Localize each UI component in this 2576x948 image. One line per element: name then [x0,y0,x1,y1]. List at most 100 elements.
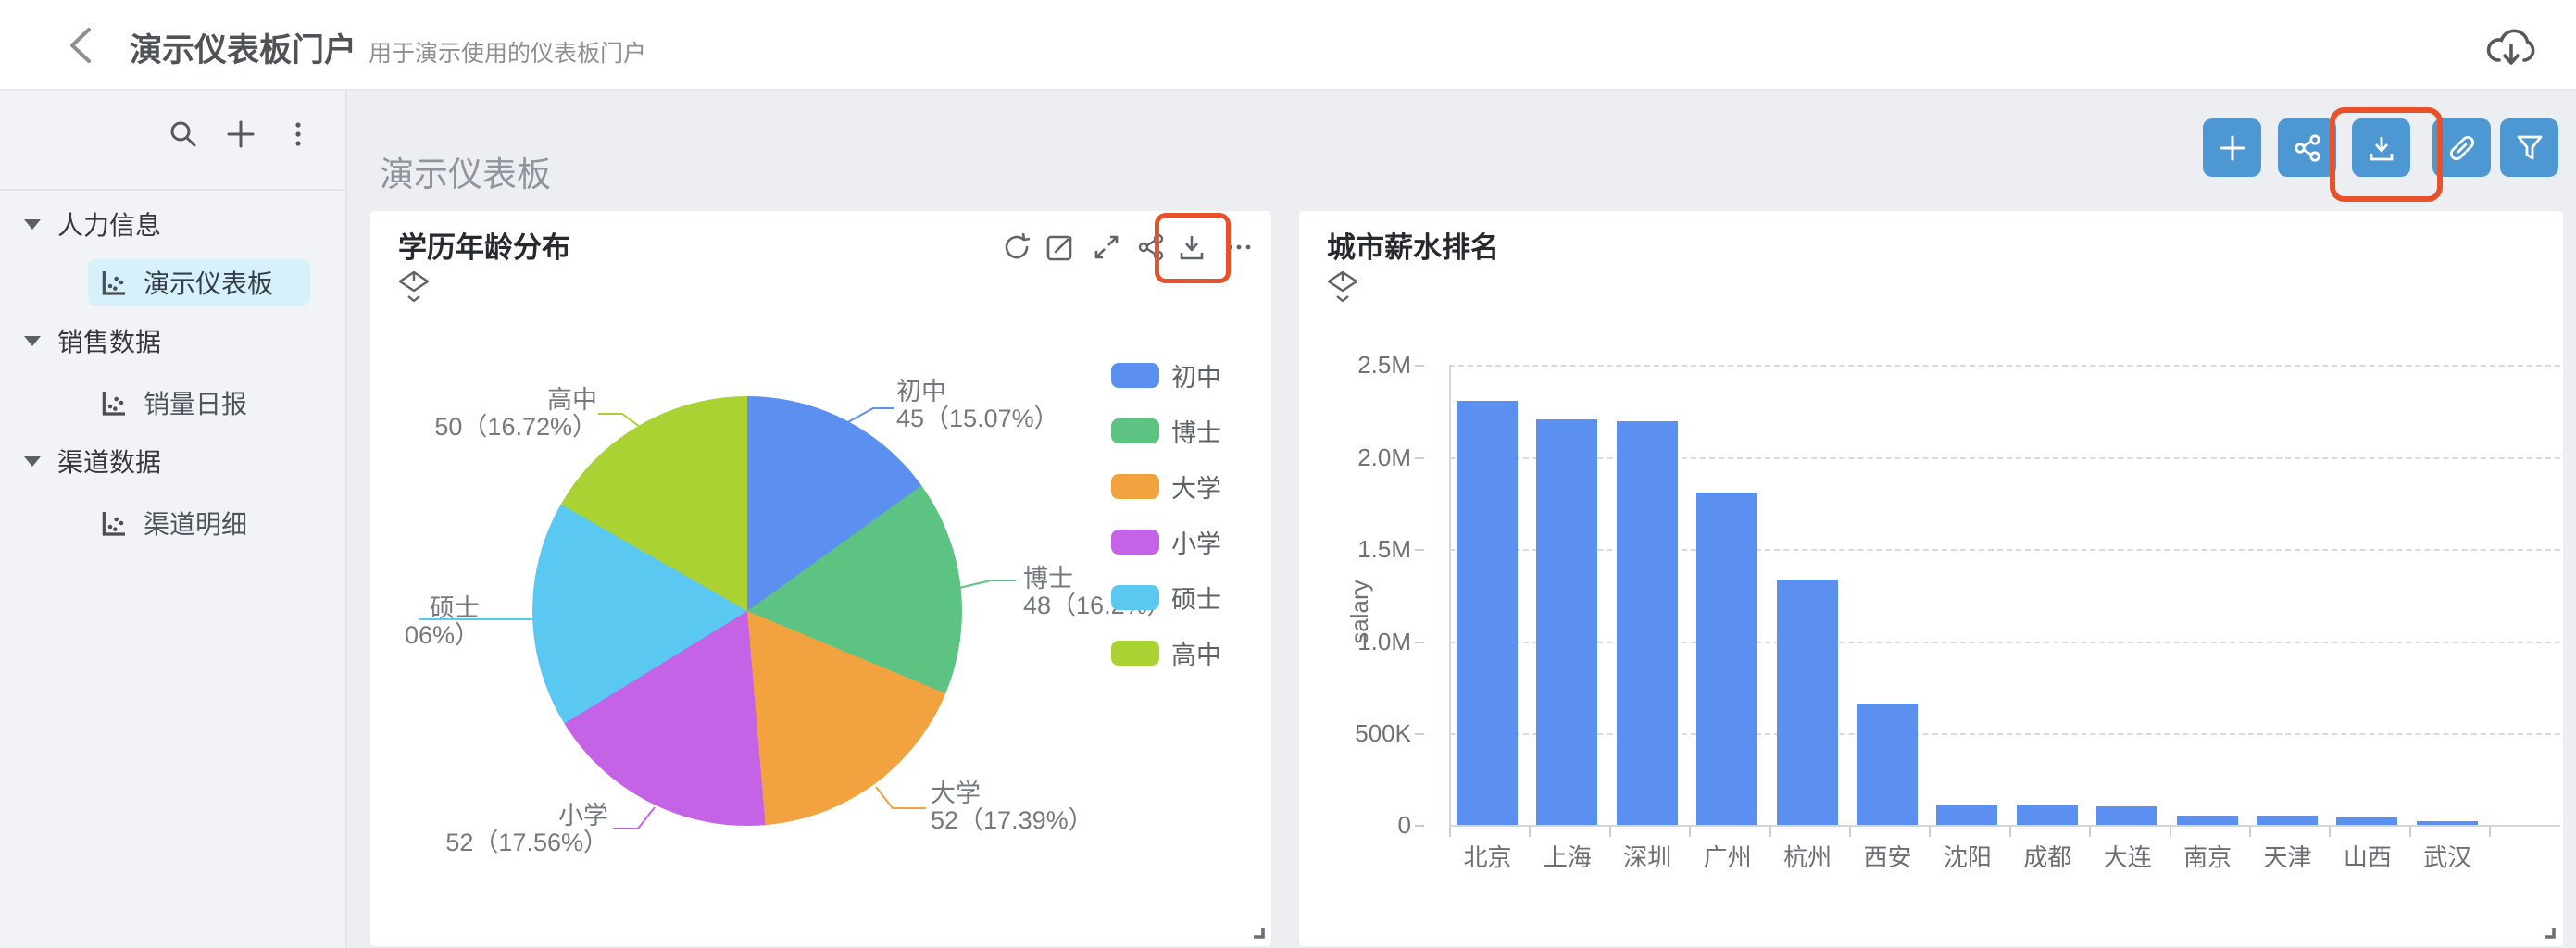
bar-成都[interactable] [2017,805,2078,825]
more-vertical-icon[interactable] [282,118,314,150]
cloud-download-icon[interactable] [2483,22,2539,70]
legend-item[interactable]: 高中 [1111,635,1221,671]
resize-handle-icon[interactable] [1248,922,1269,942]
x-tick-mark [1609,827,1611,837]
legend-item[interactable]: 小学 [1111,524,1221,560]
bar-南京[interactable] [2177,816,2238,825]
chart-icon [99,508,129,538]
portal-subtitle: 用于演示使用的仪表板门户 [369,35,646,69]
y-tick-label: 2.5M [1357,351,1411,379]
x-tick-label: 成都 [2007,839,2088,873]
x-tick-label: 沈阳 [1927,839,2007,873]
y-tick-mark [1415,733,1424,735]
x-axis-line [1449,825,2560,827]
pie-label-junior: 初中45（15.07%） [896,379,1059,432]
search-icon[interactable] [168,118,199,150]
dashboard-link-button[interactable] [2432,118,2491,177]
legend-swatch [1111,641,1159,666]
item-label: 渠道明细 [144,505,247,542]
x-tick-mark [1849,827,1851,837]
sidebar-group-channel[interactable]: 渠道数据 [0,440,347,482]
drill-icon[interactable] [1325,269,1360,306]
x-tick-label: 武汉 [2407,839,2488,873]
dashboard-download-button[interactable] [2352,118,2410,177]
pie-label-primary: 小学52（17.56%） [423,803,608,856]
portal-title: 演示仪表板门户 [130,24,356,71]
legend-label: 高中 [1171,635,1221,671]
bar-大连[interactable] [2096,806,2157,825]
legend-label: 硕士 [1171,580,1221,616]
x-tick-mark [2249,827,2251,837]
x-tick-label: 上海 [1527,839,1607,873]
x-tick-label: 北京 [1447,839,1528,873]
legend-swatch [1111,363,1159,388]
caret-down-icon [24,336,41,346]
bar-上海[interactable] [1536,419,1597,825]
sidebar-divider [0,189,345,191]
sidebar-group-sales[interactable]: 销售数据 [0,319,347,362]
back-icon[interactable] [61,24,104,67]
gridline [1449,365,2560,367]
dashboard-add-button[interactable] [2203,118,2261,177]
legend-item[interactable]: 博士 [1111,413,1221,449]
bar-杭州[interactable] [1777,580,1838,825]
pie-label-college: 大学52（17.39%） [931,780,1094,834]
bar-深圳[interactable] [1617,421,1678,825]
x-tick-mark [1929,827,1931,837]
resize-handle-icon[interactable] [2539,922,2559,942]
x-tick-label: 杭州 [1768,839,1848,873]
dashboard-share-button[interactable] [2278,118,2336,177]
x-tick-mark [2489,827,2491,837]
x-tick-mark [2089,827,2091,837]
x-tick-label: 南京 [2168,839,2248,873]
bar-西安[interactable] [1857,704,1918,825]
bar-广州[interactable] [1696,493,1757,825]
sidebar: 人力信息 演示仪表板 销售数据 销量日报 渠道数据 渠道明细 [0,91,347,948]
y-tick-mark [1415,642,1424,643]
y-tick-label: 1.5M [1357,535,1411,563]
bar-沈阳[interactable] [1936,805,1997,825]
item-label: 演示仪表板 [144,264,273,301]
add-icon[interactable] [225,118,256,150]
legend-item[interactable]: 初中 [1111,357,1221,393]
bar-山西[interactable] [2336,817,2397,825]
top-header: 演示仪表板门户 用于演示使用的仪表板门户 [0,0,2576,91]
pie-legend: 初中博士大学小学硕士高中 [1111,357,1221,671]
bar-plot-area: 北京上海深圳广州杭州西安沈阳成都大连南京天津山西武汉 [1449,365,2560,826]
legend-item[interactable]: 硕士 [1111,580,1221,616]
bar-武汉[interactable] [2417,821,2478,825]
x-tick-label: 西安 [1847,839,1928,873]
x-tick-mark [1689,827,1691,837]
pie-label-highschool: 高中50（16.72%） [412,387,597,441]
sidebar-item-channel-detail[interactable]: 渠道明细 [88,500,310,546]
y-tick-mark [1415,825,1424,827]
legend-swatch [1111,474,1159,499]
bar-card-title: 城市薪水排名 [1327,224,1499,266]
bar-天津[interactable] [2257,816,2318,825]
bar-北京[interactable] [1457,401,1518,825]
caret-down-icon [24,456,41,467]
chart-icon [99,268,129,297]
y-tick-label: 0 [1398,811,1411,839]
legend-swatch [1111,418,1159,443]
dashboard-filter-button[interactable] [2500,118,2558,177]
x-tick-mark [2409,827,2411,837]
legend-swatch [1111,585,1159,610]
group-label: 渠道数据 [57,443,161,480]
x-tick-label: 山西 [2327,839,2407,873]
legend-label: 小学 [1171,524,1221,560]
pie-label-master: 硕士06%） [430,595,480,649]
x-tick-label: 天津 [2247,839,2328,873]
y-tick-label: 2.0M [1357,443,1411,471]
page-title: 演示仪表板 [380,146,551,196]
sidebar-item-demo-dashboard[interactable]: 演示仪表板 [88,259,310,306]
sidebar-item-sales-daily[interactable]: 销量日报 [88,380,310,426]
chart-icon [99,388,129,418]
sidebar-group-hr[interactable]: 人力信息 [0,203,347,245]
y-axis-line [1449,365,1451,826]
legend-item[interactable]: 大学 [1111,468,1221,505]
x-tick-mark [2329,827,2331,837]
item-label: 销量日报 [144,384,247,421]
y-tick-label: 500K [1355,719,1411,747]
app-root: 演示仪表板门户 用于演示使用的仪表板门户 人力信息 演 [0,0,2576,948]
